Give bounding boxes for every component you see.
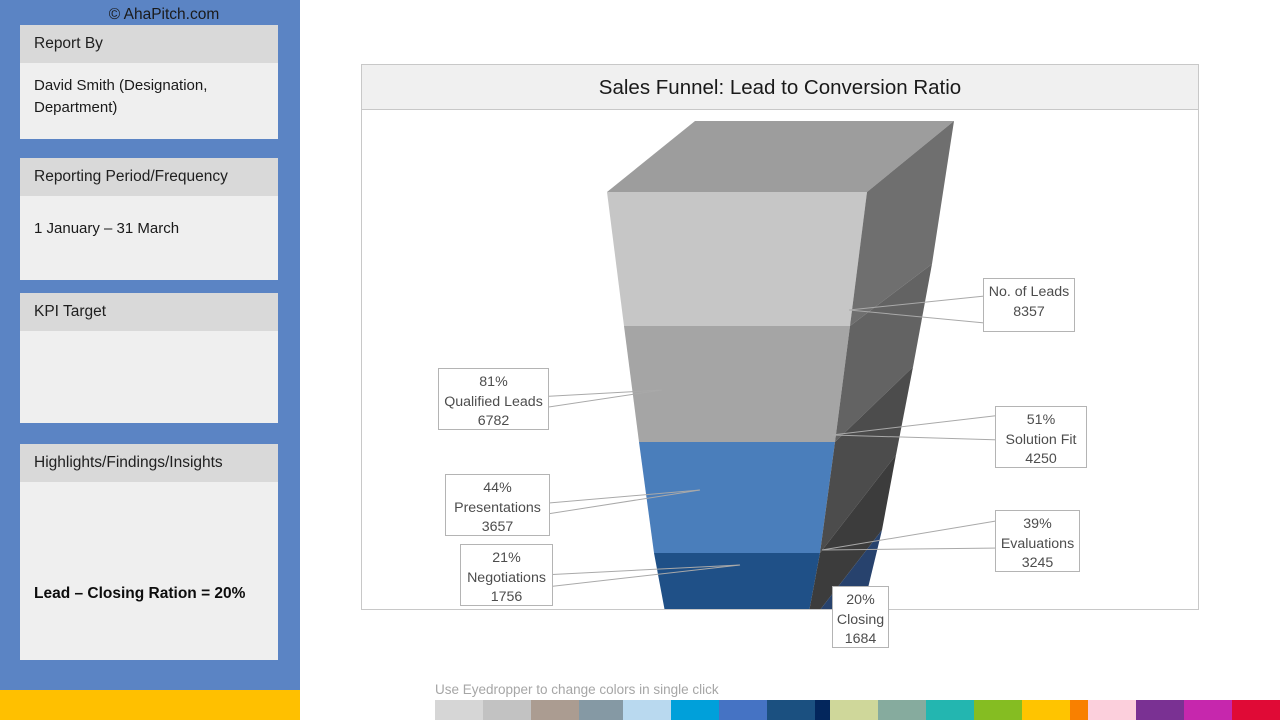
callout-presentations[interactable]: 44% Presentations 3657	[445, 474, 550, 536]
panel-reporting-period-body: 1 January – 31 March	[34, 219, 180, 237]
palette-blue	[623, 700, 863, 720]
slide-canvas: Report By David Smith (Designation, Depa…	[0, 0, 1280, 720]
funnel-segment-presentations-front	[654, 553, 820, 609]
callout-qualified-label: Qualified Leads	[444, 393, 543, 410]
blue-swatch-1[interactable]	[623, 700, 671, 720]
panel-kpi-target-body	[20, 331, 278, 423]
callout-qualified-percent: 81%	[479, 374, 508, 390]
panel-kpi-target: KPI Target	[20, 293, 278, 423]
pink-swatch-3[interactable]	[1184, 700, 1232, 720]
warm-swatch-4[interactable]	[974, 700, 1022, 720]
callout-evaluations-value: 3245	[1021, 555, 1054, 572]
warm-swatch-3[interactable]	[926, 700, 974, 720]
callout-presentations-value: 3657	[481, 519, 514, 536]
pink-swatch-1[interactable]	[1088, 700, 1136, 720]
funnel-plot-area: No. of Leads 8357 81% Qualified Leads 67…	[362, 110, 1198, 648]
callout-solution-percent: 51%	[1026, 412, 1056, 428]
panel-report-by-heading: Report By	[20, 25, 278, 63]
panel-highlights-body: Lead – Closing Ration = 20%	[20, 482, 278, 660]
blue-swatch-2[interactable]	[671, 700, 719, 720]
callout-closing-percent: 20%	[846, 592, 875, 608]
gray-swatch-3[interactable]	[531, 700, 579, 720]
blue-swatch-3[interactable]	[719, 700, 767, 720]
callout-closing-value: 1684	[844, 631, 877, 648]
callout-leads-value: 8357	[1013, 303, 1045, 320]
sidebar: Report By David Smith (Designation, Depa…	[0, 0, 300, 720]
callout-negotiations[interactable]: 21% Negotiations 1756	[460, 544, 553, 606]
chart-frame: Sales Funnel: Lead to Conversion Ratio N…	[361, 64, 1199, 648]
callout-negotiations-percent: 21%	[492, 550, 521, 566]
funnel-segment-solution-front	[639, 442, 835, 553]
callout-solution-fit[interactable]: 51% Solution Fit 4250	[995, 406, 1087, 468]
highlights-note: Lead – Closing Ration = 20%	[34, 584, 246, 602]
gray-swatch-1[interactable]	[435, 700, 483, 720]
panel-reporting-period-heading: Reporting Period/Frequency	[20, 158, 278, 196]
panel-report-by-body: David Smith (Designation, Department)	[34, 76, 208, 117]
callout-negotiations-label: Negotiations	[467, 569, 546, 586]
callout-leads-label: No. of Leads	[988, 284, 1070, 300]
callout-solution-value: 4250	[1025, 451, 1057, 468]
footer-bar	[0, 690, 300, 720]
callout-evaluations[interactable]: 39% Evaluations 3245	[995, 510, 1080, 572]
warm-swatch-2[interactable]	[878, 700, 926, 720]
funnel-segment-qualified-front	[624, 326, 850, 442]
eyedropper-hint: Use Eyedropper to change colors in singl…	[435, 682, 719, 697]
panel-highlights: Highlights/Findings/Insights Lead – Clos…	[20, 444, 278, 660]
panel-report-by: Report By David Smith (Designation, Depa…	[20, 25, 278, 139]
callout-qualified[interactable]: 81% Qualified Leads 6782	[438, 368, 549, 430]
callout-evaluations-percent: 39%	[1023, 516, 1052, 532]
callout-evaluations-label: Evaluations	[1000, 535, 1075, 552]
callout-qualified-value: 6782	[477, 413, 510, 430]
callout-closing[interactable]: 20% Closing 1684	[832, 586, 889, 648]
warm-swatch-5[interactable]	[1022, 700, 1070, 720]
callout-presentations-label: Presentations	[454, 499, 541, 516]
callout-solution-label: Solution Fit	[1005, 431, 1077, 448]
palette-pink	[1088, 700, 1280, 720]
panel-kpi-target-heading: KPI Target	[20, 293, 278, 331]
callout-negotiations-value: 1756	[490, 589, 523, 606]
warm-swatch-1[interactable]	[830, 700, 878, 720]
panel-reporting-period: Reporting Period/Frequency 1 January – 3…	[20, 158, 278, 280]
pink-swatch-4[interactable]	[1232, 700, 1280, 720]
funnel-segment-leads-front	[607, 192, 867, 326]
gray-swatch-4[interactable]	[579, 700, 627, 720]
panel-highlights-heading: Highlights/Findings/Insights	[20, 444, 278, 482]
pink-swatch-2[interactable]	[1136, 700, 1184, 720]
callout-leads[interactable]: No. of Leads 8357	[983, 278, 1075, 332]
callout-presentations-percent: 44%	[483, 480, 512, 496]
gray-swatch-2[interactable]	[483, 700, 531, 720]
chart-title: Sales Funnel: Lead to Conversion Ratio	[598, 76, 962, 99]
blue-swatch-4[interactable]	[767, 700, 815, 720]
callout-closing-label: Closing	[836, 611, 885, 628]
footer-copyright: © AhaPitch.com	[108, 6, 220, 23]
